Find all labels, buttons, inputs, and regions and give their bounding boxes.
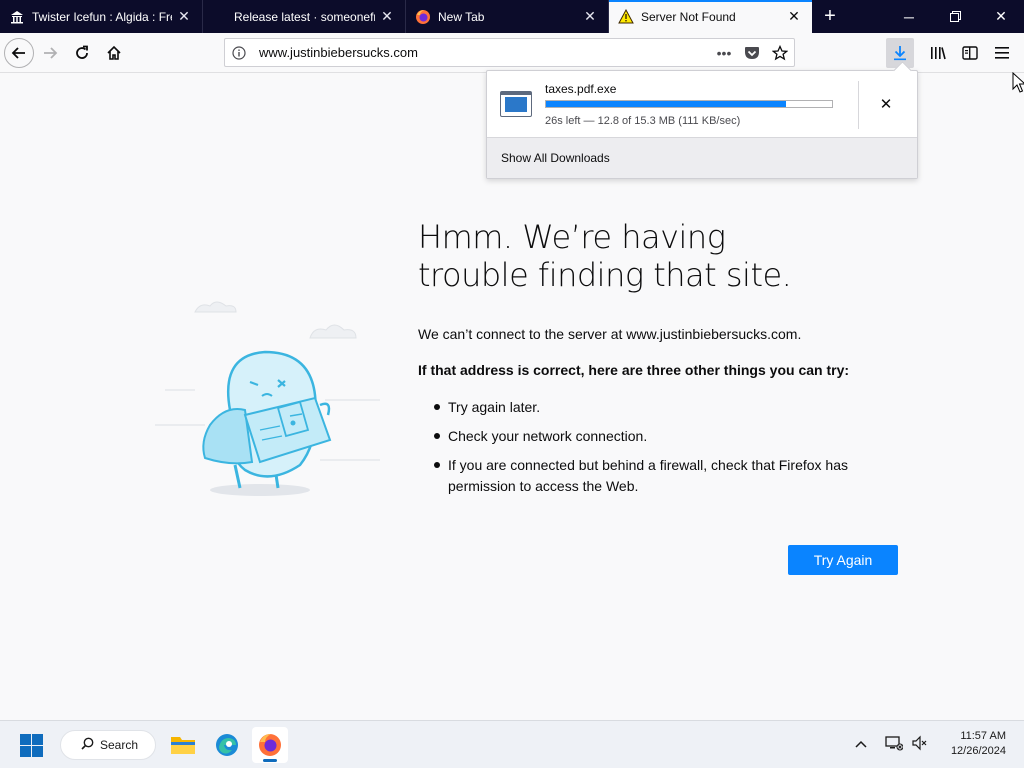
taskbar: Search 11:57 AM 12/26/2024 [0, 720, 1024, 768]
warning-icon [618, 9, 634, 25]
list-item: If you are connected but behind a firewa… [432, 455, 892, 497]
tab-release-latest[interactable]: Release latest · someonefro ✕ [203, 0, 406, 33]
file-explorer-icon[interactable] [165, 727, 201, 763]
tab-title: New Tab [438, 9, 485, 24]
sidebar-icon[interactable] [954, 37, 986, 69]
try-again-button[interactable]: Try Again [788, 545, 898, 575]
window-close-icon[interactable]: ✕ [978, 0, 1024, 33]
library-icon[interactable] [922, 37, 954, 69]
firefox-taskbar-icon[interactable] [252, 727, 288, 763]
download-progress-fill [546, 101, 787, 107]
taskbar-search-label: Search [100, 738, 139, 752]
executable-file-icon [500, 91, 532, 117]
download-item[interactable]: taxes.pdf.exe 26s left — 12.8 of 15.3 MB… [487, 71, 917, 137]
list-item: Try again later. [432, 397, 892, 418]
url-text[interactable]: www.justinbiebersucks.com [253, 45, 710, 60]
hamburger-menu-icon[interactable] [986, 37, 1018, 69]
window-controls: ─ ✕ [886, 0, 1024, 33]
search-icon [81, 737, 94, 753]
new-tab-button[interactable]: + [812, 0, 848, 33]
download-status: 26s left — 12.8 of 15.3 MB (111 KB/sec) [545, 115, 741, 127]
system-clock[interactable]: 11:57 AM 12/26/2024 [951, 729, 1006, 759]
downloads-panel: taxes.pdf.exe 26s left — 12.8 of 15.3 MB… [486, 70, 918, 179]
nav-bar: www.justinbiebersucks.com ••• [0, 33, 1024, 73]
reload-icon[interactable] [66, 37, 98, 69]
bookmark-star-icon[interactable] [766, 44, 794, 61]
chevron-up-icon[interactable] [855, 735, 867, 751]
edge-icon[interactable] [209, 727, 245, 763]
close-icon[interactable]: ✕ [172, 5, 196, 29]
cancel-download-icon[interactable]: ✕ [875, 93, 897, 115]
tab-strip: Twister Icefun : Algida : Fre ✕ Release … [0, 0, 1024, 33]
download-file-name: taxes.pdf.exe [545, 82, 617, 96]
forward-arrow-icon[interactable] [34, 37, 66, 69]
divider [858, 81, 859, 129]
connection-error-illustration [155, 301, 380, 496]
show-all-downloads-label: Show All Downloads [501, 151, 610, 165]
taskbar-search-button[interactable]: Search [60, 730, 156, 760]
close-icon[interactable]: ✕ [375, 5, 399, 29]
info-icon[interactable] [225, 45, 253, 60]
close-icon[interactable]: ✕ [782, 5, 806, 29]
pocket-icon[interactable] [738, 46, 766, 60]
museum-icon [9, 9, 25, 25]
home-icon[interactable] [98, 37, 130, 69]
minimize-icon[interactable]: ─ [886, 0, 932, 33]
list-item: Check your network connection. [432, 426, 892, 447]
nav-toolbar-right [886, 37, 1024, 69]
clock-time: 11:57 AM [960, 730, 1006, 742]
tab-new-tab[interactable]: New Tab ✕ [406, 0, 609, 33]
error-message: We can’t connect to the server at www.ju… [418, 326, 802, 342]
suggestion-list: Try again later. Check your network conn… [432, 397, 892, 505]
more-actions-icon[interactable]: ••• [710, 45, 738, 61]
url-bar[interactable]: www.justinbiebersucks.com ••• [224, 38, 795, 67]
mouse-cursor-icon [1012, 72, 1024, 93]
firefox-icon [415, 9, 431, 25]
error-subheading: If that address is correct, here are thr… [418, 362, 850, 378]
error-title: Hmm. We’re having trouble finding that s… [418, 218, 792, 294]
show-all-downloads-button[interactable]: Show All Downloads [487, 137, 917, 178]
tab-title: Release latest · someonefro [234, 9, 375, 24]
restore-icon[interactable] [932, 0, 978, 33]
network-icon[interactable] [885, 735, 904, 754]
tab-twister-icefun[interactable]: Twister Icefun : Algida : Fre ✕ [0, 0, 203, 33]
windows-start-icon[interactable] [20, 734, 44, 758]
close-icon[interactable]: ✕ [578, 5, 602, 29]
tab-title: Twister Icefun : Algida : Fre [32, 9, 172, 24]
tab-title: Server Not Found [641, 9, 736, 24]
clock-date: 12/26/2024 [950, 745, 1006, 757]
back-arrow-icon[interactable] [4, 37, 34, 68]
download-progress-bar [545, 100, 833, 108]
tab-server-not-found[interactable]: Server Not Found ✕ [609, 0, 812, 33]
volume-muted-icon[interactable] [912, 735, 928, 754]
